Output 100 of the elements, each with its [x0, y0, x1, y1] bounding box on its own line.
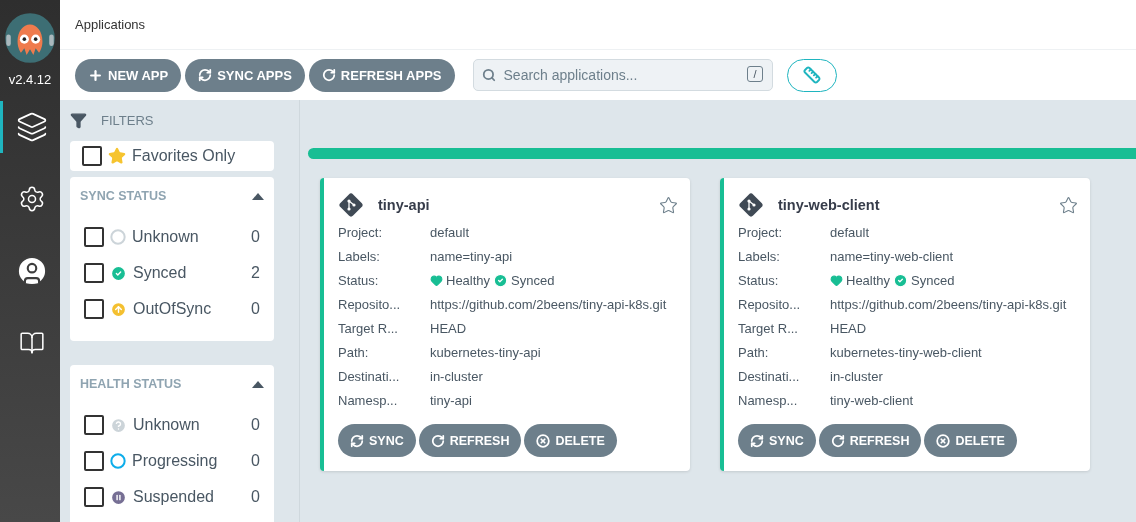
- filter-count: 2: [251, 264, 260, 282]
- field-label: Labels:: [738, 248, 781, 264]
- filter-count: 0: [251, 452, 260, 470]
- star-icon[interactable]: [1059, 195, 1078, 215]
- app-card[interactable]: [720, 178, 1090, 471]
- field-label: Path:: [338, 344, 370, 360]
- filter-label: Unknown: [132, 228, 200, 246]
- sync-status: Synced: [511, 272, 555, 288]
- checkbox[interactable]: [84, 415, 104, 435]
- field-label: Status:: [738, 272, 780, 288]
- filter-label: Unknown: [133, 416, 201, 434]
- star-icon[interactable]: [659, 195, 678, 215]
- field-label: Namesp...: [338, 392, 399, 408]
- filter-label: Suspended: [133, 488, 215, 506]
- card-action-button[interactable]: REFRESH: [818, 424, 922, 457]
- question-icon: [110, 416, 127, 434]
- page-title: Applications: [75, 17, 146, 32]
- filter-count: 0: [251, 416, 260, 434]
- app-card[interactable]: [320, 178, 690, 471]
- field-label: Destinati...: [738, 368, 801, 384]
- toolbar-button[interactable]: REFRESH APPS: [308, 58, 455, 92]
- health-status: Healthy: [846, 272, 891, 288]
- card-action-button[interactable]: DELETE: [524, 424, 617, 457]
- sync-icon: [750, 433, 764, 448]
- filter-count: 0: [251, 228, 260, 246]
- card-action-button[interactable]: SYNC: [738, 424, 816, 457]
- checkbox[interactable]: [84, 227, 104, 247]
- checkbox[interactable]: [82, 146, 102, 166]
- field-label: Labels:: [338, 248, 381, 264]
- close-icon: [536, 433, 551, 448]
- field-value: default: [430, 224, 470, 240]
- field-label: Project:: [738, 224, 784, 240]
- field-value: in-cluster: [430, 368, 483, 384]
- field-value: name=tiny-web-client: [830, 248, 954, 264]
- field-value: https://github.com/2beens/tiny-api-k8s.git: [830, 296, 1067, 312]
- pause-icon: [110, 488, 127, 506]
- field-label: Namesp...: [738, 392, 799, 408]
- field-label: Reposito...: [738, 296, 802, 312]
- check-circle-icon: [893, 272, 909, 288]
- toolbar-button[interactable]: SYNC APPS: [185, 58, 305, 92]
- field-value: tiny-web-client: [830, 392, 914, 408]
- book-icon: [18, 330, 45, 356]
- field-value: HEAD: [430, 320, 467, 336]
- collapse-icon[interactable]: [252, 192, 264, 200]
- filter-count: 0: [251, 488, 260, 506]
- health-status: Healthy: [446, 272, 491, 288]
- checkbox[interactable]: [84, 299, 104, 319]
- circle-icon: [110, 229, 126, 245]
- card-action-button[interactable]: DELETE: [924, 424, 1017, 457]
- check-circle-icon: [493, 272, 509, 288]
- version-label: v2.4.12: [8, 72, 52, 87]
- logo[interactable]: [4, 12, 56, 64]
- heart-icon: [830, 273, 843, 287]
- heart-icon: [430, 273, 443, 287]
- group-title: HEALTH STATUS: [80, 377, 182, 391]
- refresh-icon: [430, 433, 445, 448]
- refresh-icon: [830, 433, 845, 448]
- check-circle-icon: [110, 264, 127, 282]
- field-label: Target R...: [338, 320, 399, 336]
- filter-label: Synced: [133, 264, 188, 282]
- plus-icon: [88, 67, 103, 83]
- toolbar-button[interactable]: NEW APP: [75, 58, 182, 92]
- checkbox[interactable]: [84, 451, 104, 471]
- field-value: name=tiny-api: [430, 248, 513, 264]
- app-name: tiny-web-client: [778, 197, 881, 213]
- field-value: default: [830, 224, 870, 240]
- ruler-icon: [802, 66, 821, 84]
- collapse-icon[interactable]: [252, 380, 264, 388]
- search-icon: [481, 68, 496, 82]
- field-value: kubernetes-tiny-api: [430, 344, 541, 360]
- refresh-icon: [321, 68, 336, 82]
- card-action-button[interactable]: REFRESH: [418, 424, 522, 457]
- card-action-button[interactable]: SYNC: [338, 424, 416, 457]
- field-label: Target R...: [738, 320, 799, 336]
- field-label: Project:: [338, 224, 384, 240]
- filters-title: FILTERS: [101, 113, 154, 128]
- group-title: SYNC STATUS: [80, 189, 167, 203]
- close-icon: [936, 433, 951, 448]
- filter-icon: [70, 112, 87, 129]
- sync-icon: [198, 68, 213, 82]
- field-label: Path:: [738, 344, 770, 360]
- circle-icon: [110, 453, 126, 469]
- sync-status: Synced: [911, 272, 955, 288]
- layers-icon: [15, 111, 48, 143]
- field-label: Status:: [338, 272, 380, 288]
- field-value: tiny-api: [430, 392, 472, 408]
- filter-label: Progressing: [132, 452, 219, 470]
- app-name: tiny-api: [378, 197, 431, 213]
- field-value: in-cluster: [830, 368, 883, 384]
- checkbox[interactable]: [84, 263, 104, 283]
- arrow-up-circle-icon: [110, 300, 127, 318]
- field-value: https://github.com/2beens/tiny-api-k8s.git: [430, 296, 667, 312]
- sync-icon: [350, 433, 364, 448]
- favorites-label: Favorites Only: [132, 147, 236, 165]
- field-label: Reposito...: [338, 296, 402, 312]
- field-label: Destinati...: [338, 368, 401, 384]
- field-value: HEAD: [830, 320, 867, 336]
- filter-count: 0: [251, 300, 260, 318]
- star-icon: [108, 147, 126, 165]
- checkbox[interactable]: [84, 487, 104, 507]
